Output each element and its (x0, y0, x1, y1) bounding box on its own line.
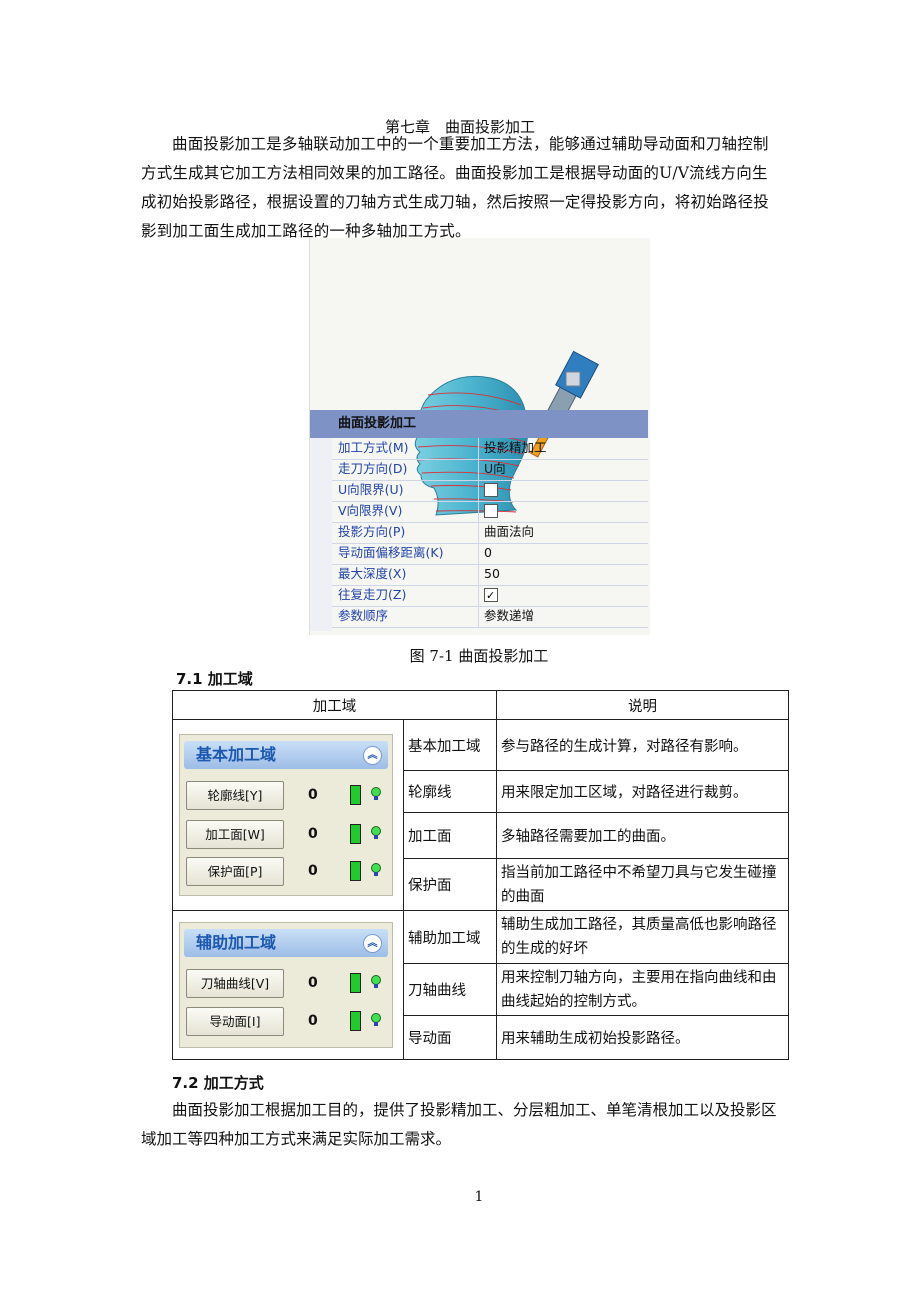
bulb-icon[interactable] (371, 1013, 381, 1026)
status-bar-icon (350, 1011, 361, 1031)
collapse-icon[interactable]: ︽ (363, 746, 382, 765)
table-header-domain: 加工域 (172, 690, 497, 720)
row-name: 刀轴曲线 (403, 963, 497, 1016)
prop-key: 投影方向(P) (338, 524, 406, 539)
machining-surface-button[interactable]: 加工面[W] (186, 820, 284, 849)
status-bar-icon (350, 785, 361, 805)
prop-value: U向 (484, 461, 506, 476)
prop-key: 加工方式(M) (338, 440, 409, 455)
row-name: 基本加工域 (403, 719, 497, 771)
bulb-icon[interactable] (371, 863, 381, 876)
aux-domain-panel: 辅助加工域 ︽ 刀轴曲线[V] 0 导动面[I] 0 (179, 922, 393, 1048)
prop-key: 导动面偏移距离(K) (338, 545, 444, 560)
section-7-1-heading: 7.1 加工域 (176, 670, 253, 688)
prop-row-guide-offset[interactable]: 导动面偏移距离(K) 0 (332, 543, 648, 565)
prop-value: 曲面法向 (484, 524, 535, 539)
aux-domain-header[interactable]: 辅助加工域 ︽ (184, 929, 388, 957)
prop-row-projection-direction[interactable]: 投影方向(P) 曲面法向 (332, 522, 648, 544)
prop-row-u-limit[interactable]: U向限界(U) (332, 480, 648, 502)
page-number: 1 (474, 1189, 484, 1205)
row-desc: 用来辅助生成初始投影路径。 (496, 1015, 789, 1060)
bulb-icon[interactable] (371, 975, 381, 988)
tool-axis-curve-count: 0 (308, 975, 318, 991)
figure-7-1: 曲面投影加工 加工方式(M) 投影精加工 走刀方向(D) U向 U向限界(U) V向… (309, 238, 650, 635)
prop-row-reciprocate[interactable]: 往复走刀(Z) (332, 585, 648, 607)
machining-domain-table: 加工域 说明 基本加工域 ︽ 轮廓线[Y] 0 加工面[W] 0 保护面[P] 0… (172, 690, 789, 1060)
protection-surface-count: 0 (308, 863, 318, 879)
row-desc: 指当前加工路径中不希望刀具与它发生碰撞的曲面 (496, 858, 789, 911)
prop-value: 0 (484, 545, 492, 560)
aux-domain-title: 辅助加工域 (196, 933, 277, 952)
guide-surface-button[interactable]: 导动面[I] (186, 1007, 284, 1036)
protection-surface-button[interactable]: 保护面[P] (186, 857, 284, 886)
intro-paragraph: 曲面投影加工是多轴联动加工中的一个重要加工方法，能够通过辅助导动面和刀轴控制方式… (141, 135, 770, 240)
prop-value: 50 (484, 566, 500, 581)
basic-domain-title: 基本加工域 (196, 745, 277, 764)
u-limit-checkbox[interactable] (484, 483, 498, 497)
status-bar-icon (350, 861, 361, 881)
row-desc: 多轴路径需要加工的曲面。 (496, 812, 789, 859)
contour-button[interactable]: 轮廓线[Y] (186, 781, 284, 810)
prop-key: U向限界(U) (338, 482, 404, 497)
bulb-icon[interactable] (371, 787, 381, 800)
prop-key: V向限界(V) (338, 503, 403, 518)
row-name: 导动面 (403, 1015, 497, 1060)
row-desc: 参与路径的生成计算，对路径有影响。 (496, 719, 789, 771)
prop-key: 最大深度(X) (338, 566, 407, 581)
contour-count: 0 (308, 787, 318, 803)
tool-axis-curve-button[interactable]: 刀轴曲线[V] (186, 969, 284, 998)
row-desc: 辅助生成加工路径，其质量高低也影响路径的生成的好坏 (496, 910, 789, 964)
prop-value: 参数递增 (484, 608, 535, 623)
prop-key: 往复走刀(Z) (338, 587, 407, 602)
bulb-icon[interactable] (371, 826, 381, 839)
collapse-icon[interactable]: ︽ (363, 934, 382, 953)
reciprocate-checkbox[interactable] (484, 586, 498, 606)
prop-key: 走刀方向(D) (338, 461, 408, 476)
prop-row-cut-direction[interactable]: 走刀方向(D) U向 (332, 459, 648, 481)
row-name: 加工面 (403, 812, 497, 859)
guide-surface-count: 0 (308, 1013, 318, 1029)
aux-panel-cell: 辅助加工域 ︽ 刀轴曲线[V] 0 导动面[I] 0 (172, 910, 404, 1060)
row-name: 轮廓线 (403, 770, 497, 813)
v-limit-checkbox[interactable] (484, 504, 498, 518)
basic-domain-panel: 基本加工域 ︽ 轮廓线[Y] 0 加工面[W] 0 保护面[P] 0 (179, 734, 393, 896)
prop-row-v-limit[interactable]: V向限界(V) (332, 501, 648, 523)
prop-row-param-order[interactable]: 参数顺序 参数递增 (332, 606, 648, 628)
prop-key: 参数顺序 (338, 608, 389, 623)
machining-surface-count: 0 (308, 826, 318, 842)
status-bar-icon (350, 824, 361, 844)
basic-domain-header[interactable]: 基本加工域 ︽ (184, 741, 388, 769)
row-name: 保护面 (403, 858, 497, 911)
figure-caption: 图 7-1 曲面投影加工 (409, 647, 549, 665)
section-7-2-heading: 7.2 加工方式 (172, 1074, 264, 1092)
prop-value: 投影精加工 (484, 440, 547, 455)
row-name: 辅助加工域 (403, 910, 497, 964)
table-header-description: 说明 (496, 690, 789, 720)
basic-panel-cell: 基本加工域 ︽ 轮廓线[Y] 0 加工面[W] 0 保护面[P] 0 (172, 719, 404, 911)
section-7-2-paragraph: 曲面投影加工根据加工目的，提供了投影精加工、分层粗加工、单笔清根加工以及投影区域… (141, 1101, 777, 1148)
property-panel-title: 曲面投影加工 (310, 410, 648, 438)
prop-row-machining-method[interactable]: 加工方式(M) 投影精加工 (332, 438, 648, 460)
status-bar-icon (350, 973, 361, 993)
prop-row-max-depth[interactable]: 最大深度(X) 50 (332, 564, 648, 586)
row-desc: 用来限定加工区域，对路径进行裁剪。 (496, 770, 789, 813)
row-desc: 用来控制刀轴方向，主要用在指向曲线和由曲线起始的控制方式。 (496, 963, 789, 1016)
